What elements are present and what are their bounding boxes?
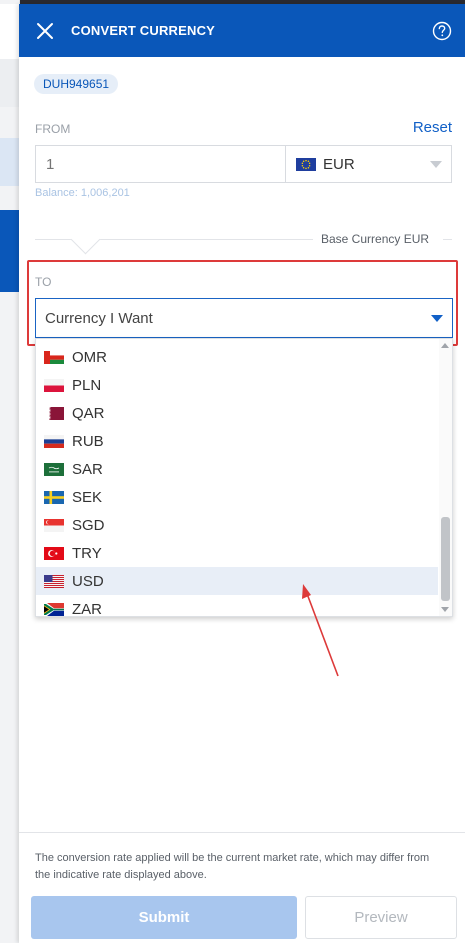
dropdown-item-label: RUB	[72, 433, 104, 450]
preview-button[interactable]: Preview	[305, 896, 457, 939]
dropdown-item-label: OMR	[72, 349, 107, 366]
dropdown-item-sgd[interactable]: SGD	[36, 511, 438, 539]
dropdown-item-sek[interactable]: SEK	[36, 483, 438, 511]
from-currency-select[interactable]: EUR	[285, 145, 452, 183]
panel-title: CONVERT CURRENCY	[71, 23, 216, 38]
dropdown-item-label: SEK	[72, 489, 103, 506]
dropdown-item-label: TRY	[72, 545, 102, 562]
dropdown-item-label: USD	[72, 573, 104, 590]
submit-button[interactable]: Submit	[31, 896, 297, 939]
close-icon[interactable]	[35, 21, 55, 41]
background-block	[0, 138, 19, 186]
chevron-down-icon	[431, 315, 443, 322]
background-block	[0, 210, 19, 292]
divider-notch	[70, 224, 101, 255]
scroll-down-icon[interactable]	[441, 607, 449, 612]
dropdown-item-sar[interactable]: SAR	[36, 455, 438, 483]
background-block	[0, 4, 19, 59]
singapore-flag-icon	[44, 519, 64, 532]
disclaimer-text: The conversion rate applied will be the …	[35, 852, 430, 881]
dropdown-item-zar[interactable]: ZAR	[36, 595, 438, 617]
eu-flag-icon	[296, 158, 316, 171]
dropdown-item-label: PLN	[72, 377, 102, 394]
panel-header: CONVERT CURRENCY	[19, 4, 465, 57]
qatar-flag-icon	[44, 407, 64, 420]
to-currency-placeholder: Currency I Want	[45, 310, 153, 327]
dropdown-item-label: QAR	[72, 405, 105, 422]
reset-link[interactable]: Reset	[413, 119, 452, 136]
base-currency-label: Base Currency EUR	[321, 232, 430, 246]
south-africa-flag-icon	[44, 603, 64, 616]
oman-flag-icon	[44, 351, 64, 364]
to-label: TO	[35, 275, 52, 289]
from-currency-value: EUR	[323, 156, 355, 173]
divider	[443, 239, 452, 240]
poland-flag-icon	[44, 379, 64, 392]
account-id-badge: DUH949651	[34, 74, 119, 94]
background-block	[0, 59, 19, 107]
dropdown-item-label: ZAR	[72, 601, 102, 617]
question-circle-icon[interactable]	[432, 21, 452, 41]
dropdown-item-usd[interactable]: USD	[36, 567, 438, 595]
currency-dropdown-list[interactable]: OMR PLN QAR RUB SAR SEK SGD TRY USD ZAR	[35, 338, 453, 617]
dropdown-scrollbar[interactable]	[439, 339, 452, 616]
usa-flag-icon	[44, 575, 64, 588]
to-currency-select[interactable]: Currency I Want	[35, 298, 453, 338]
saudi-flag-icon	[44, 463, 64, 476]
dropdown-item-rub[interactable]: RUB	[36, 427, 438, 455]
balance-text: Balance: 1,006,201	[35, 187, 130, 199]
turkey-flag-icon	[44, 547, 64, 560]
dropdown-item-omr[interactable]: OMR	[36, 343, 438, 371]
background-page-strip	[0, 0, 20, 943]
dropdown-item-qar[interactable]: QAR	[36, 399, 438, 427]
sweden-flag-icon	[44, 491, 64, 504]
from-amount-input[interactable]	[35, 145, 285, 183]
convert-currency-panel: CONVERT CURRENCY DUH949651 FROM Reset EU…	[19, 4, 465, 943]
chevron-down-icon	[430, 161, 442, 168]
footer-divider	[19, 832, 465, 833]
dropdown-scroll-thumb[interactable]	[441, 517, 450, 601]
dropdown-item-label: SGD	[72, 517, 105, 534]
russia-flag-icon	[44, 435, 64, 448]
dropdown-item-pln[interactable]: PLN	[36, 371, 438, 399]
dropdown-item-label: SAR	[72, 461, 103, 478]
from-label: FROM	[35, 122, 71, 136]
dropdown-item-try[interactable]: TRY	[36, 539, 438, 567]
scroll-up-icon[interactable]	[441, 343, 449, 348]
